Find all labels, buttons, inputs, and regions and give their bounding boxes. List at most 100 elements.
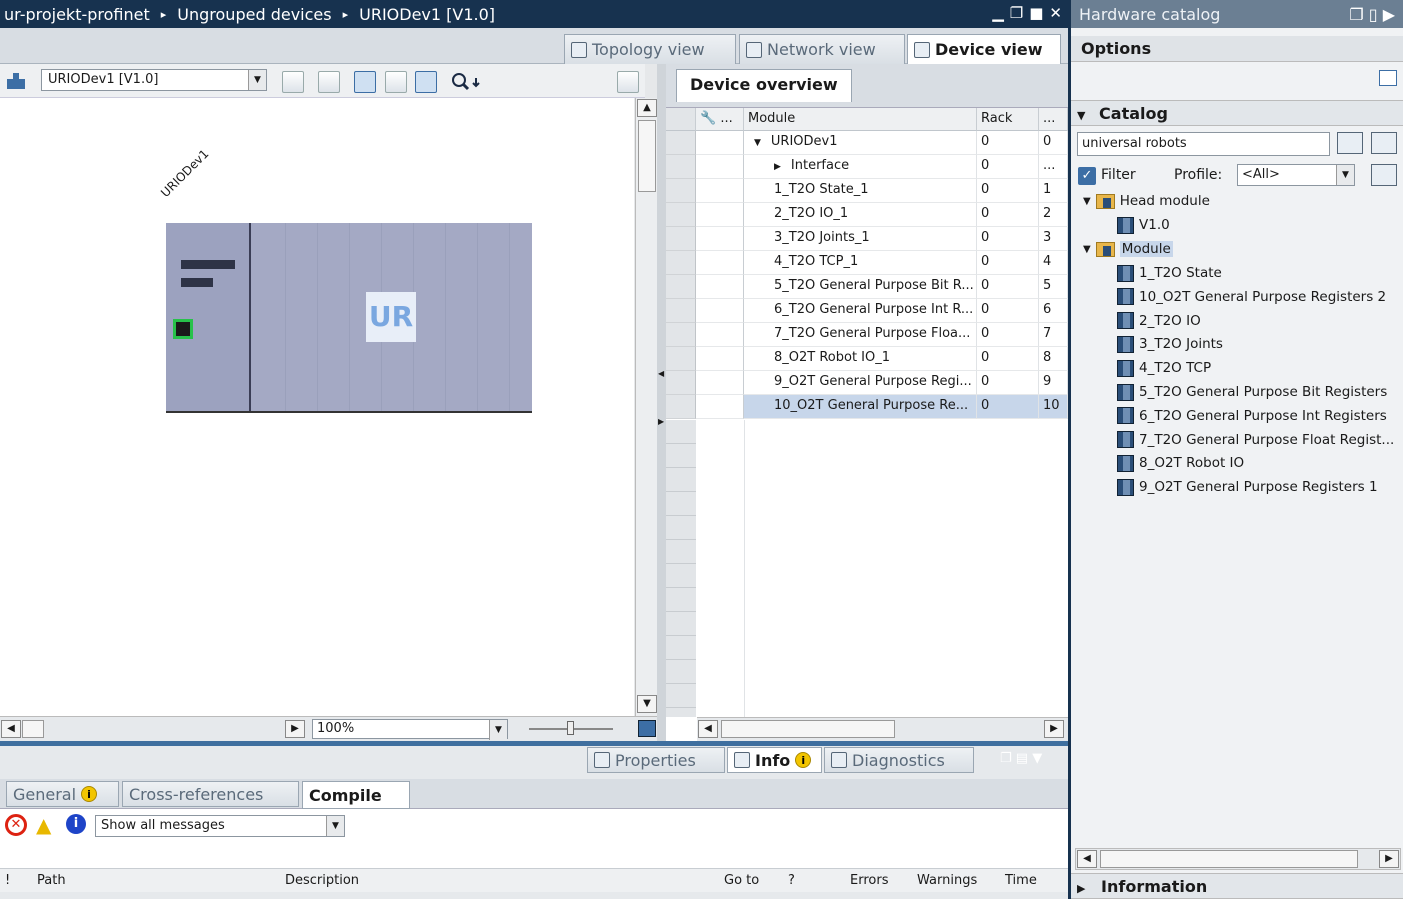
name-toggle-button[interactable] (318, 71, 340, 93)
chevron-down-icon[interactable]: ▼ (248, 70, 266, 90)
expand-right-icon[interactable]: ▶ (658, 417, 664, 426)
breadcrumb-project[interactable]: ur-projekt-profinet (4, 5, 150, 24)
tree-item[interactable]: 1_T2O State (1117, 262, 1222, 284)
slot-cell[interactable]: ... (1039, 155, 1068, 179)
column-header-path[interactable]: Path (37, 873, 66, 888)
slot-cell[interactable]: 4 (1039, 251, 1068, 275)
table-row[interactable]: 8_O2T Robot IO_1 0 8 (666, 347, 1068, 371)
tree-folder-module[interactable]: ▼ Module (1083, 238, 1173, 260)
module-cell[interactable]: 9_O2T General Purpose Regi... (744, 371, 977, 395)
module-cell[interactable]: 5_T2O General Purpose Bit R... (744, 275, 977, 299)
column-header-tools[interactable]: 🔧 ... (696, 108, 744, 131)
page-break-button[interactable] (354, 71, 376, 93)
rack-cell[interactable]: 0 (977, 155, 1039, 179)
column-header-help[interactable]: ? (788, 873, 795, 888)
slot-cell[interactable]: 2 (1039, 203, 1068, 227)
scroll-right-icon[interactable]: ▶ (285, 720, 305, 738)
table-row[interactable]: 3_T2O Joints_1 0 3 (666, 227, 1068, 251)
options-section-header[interactable]: Options (1071, 36, 1403, 62)
zoom-icon[interactable] (450, 71, 480, 93)
canvas-vertical-scrollbar[interactable]: ▲ ▼ (635, 98, 657, 718)
chevron-down-icon[interactable]: ▼ (326, 816, 344, 836)
breadcrumb-group[interactable]: Ungrouped devices (177, 5, 331, 24)
scroll-thumb[interactable] (22, 720, 44, 738)
table-row[interactable]: ▶ Interface 0... (666, 155, 1068, 179)
rack-cell[interactable]: 0 (977, 299, 1039, 323)
errors-filter-icon[interactable]: ✕ (5, 814, 27, 836)
slot-cell[interactable]: 0 (1039, 131, 1068, 155)
chevron-down-icon[interactable]: ▼ (754, 138, 761, 148)
tab-device-overview[interactable]: Device overview (676, 69, 852, 102)
module-cell[interactable]: 7_T2O General Purpose Floa... (744, 323, 977, 347)
column-header-slot[interactable]: ... (1039, 108, 1068, 131)
zoom-slider-thumb[interactable] (567, 721, 574, 735)
message-filter-select[interactable]: Show all messages ▼ (95, 815, 345, 837)
module-cell[interactable]: ▼ URIODev1 (744, 131, 977, 155)
catalog-search-input[interactable]: universal robots (1077, 132, 1330, 156)
head-module[interactable] (166, 223, 251, 411)
warnings-filter-icon[interactable]: ▲ (36, 813, 51, 837)
restore-icon[interactable]: ❐ (1010, 4, 1023, 22)
table-row[interactable]: 7_T2O General Purpose Floa... 0 7 (666, 323, 1068, 347)
device-tree-icon[interactable] (5, 71, 27, 93)
tab-info[interactable]: Info i (727, 747, 822, 773)
tree-item[interactable]: V1.0 (1117, 214, 1170, 236)
zoom-select[interactable]: 100% ▼ (312, 719, 508, 740)
module-cell[interactable]: 1_T2O State_1 (744, 179, 977, 203)
profile-select[interactable]: <All> ▼ (1237, 164, 1355, 186)
rack-cell[interactable]: 0 (977, 275, 1039, 299)
tree-item[interactable]: 8_O2T Robot IO (1117, 452, 1244, 474)
rack-cell[interactable]: 0 (977, 251, 1039, 275)
rack-cell[interactable]: 0 (977, 371, 1039, 395)
column-header-severity[interactable]: ! (5, 873, 10, 888)
close-icon[interactable]: ✕ (1049, 4, 1062, 22)
slot-cell[interactable]: 3 (1039, 227, 1068, 251)
table-row[interactable]: 9_O2T General Purpose Regi... 0 9 (666, 371, 1068, 395)
column-header-errors[interactable]: Errors (850, 873, 888, 888)
panel-controls-icon[interactable]: ❐ ▯ ▶ (1349, 5, 1395, 24)
panel-options-icon[interactable]: ❐ ▤ ▼ (1000, 751, 1042, 766)
tab-topology-view[interactable]: Topology view (564, 34, 736, 64)
catalog-section-header[interactable]: ▼ Catalog (1071, 100, 1403, 126)
minimize-icon[interactable]: ▁ (992, 4, 1004, 22)
module-cell[interactable]: 6_T2O General Purpose Int R... (744, 299, 977, 323)
table-row[interactable]: 1_T2O State_1 0 1 (666, 179, 1068, 203)
scroll-thumb[interactable] (721, 720, 895, 738)
filter-checkbox[interactable]: ✓ (1078, 167, 1096, 185)
table-row[interactable]: 2_T2O IO_1 0 2 (666, 203, 1068, 227)
tab-compile[interactable]: Compile (302, 781, 410, 809)
rack-cell[interactable]: 0 (977, 179, 1039, 203)
tab-device-view[interactable]: Device view (907, 34, 1061, 64)
slot-cell[interactable]: 8 (1039, 347, 1068, 371)
rack-cell[interactable]: 0 (977, 323, 1039, 347)
column-header-module[interactable]: Module (744, 108, 977, 131)
chevron-right-icon[interactable]: ▶ (774, 162, 781, 172)
table-row[interactable]: ▼ URIODev1 0 0 (666, 131, 1068, 155)
show-module-labels-button[interactable] (282, 71, 304, 93)
scroll-right-icon[interactable]: ▶ (1044, 720, 1064, 738)
tree-folder-head-module[interactable]: ▼ Head module (1083, 190, 1210, 212)
dock-toggle-button[interactable] (617, 71, 639, 93)
scroll-left-icon[interactable]: ◀ (1077, 850, 1097, 868)
tree-item[interactable]: 7_T2O General Purpose Float Regist... (1117, 429, 1394, 451)
module-cell[interactable]: 2_T2O IO_1 (744, 203, 977, 227)
overview-horizontal-scrollbar[interactable]: ◀ ▶ (697, 717, 1068, 741)
column-header-goto[interactable]: Go to (724, 873, 759, 888)
tree-item[interactable]: 5_T2O General Purpose Bit Registers (1117, 381, 1387, 403)
column-header-warnings[interactable]: Warnings (917, 873, 977, 888)
tree-item[interactable]: 3_T2O Joints (1117, 333, 1223, 355)
rack-cell[interactable]: 0 (977, 395, 1039, 419)
catalog-horizontal-scrollbar[interactable]: ◀ ▶ (1075, 848, 1401, 870)
options-toggle-icon[interactable] (1379, 70, 1397, 86)
scroll-down-icon[interactable]: ▼ (637, 695, 657, 713)
module-cell[interactable]: 8_O2T Robot IO_1 (744, 347, 977, 371)
overview-nav-icon[interactable] (638, 720, 656, 737)
column-header-description[interactable]: Description (285, 873, 359, 888)
rack-cell[interactable]: 0 (977, 347, 1039, 371)
maximize-icon[interactable]: ■ (1029, 4, 1043, 22)
device-rack[interactable]: UR (166, 223, 532, 413)
tree-item[interactable]: 2_T2O IO (1117, 310, 1201, 332)
slot-cell[interactable]: 10 (1039, 395, 1068, 419)
information-section-header[interactable]: ▶ Information (1071, 873, 1403, 899)
tree-item[interactable]: 10_O2T General Purpose Registers 2 (1117, 286, 1386, 308)
